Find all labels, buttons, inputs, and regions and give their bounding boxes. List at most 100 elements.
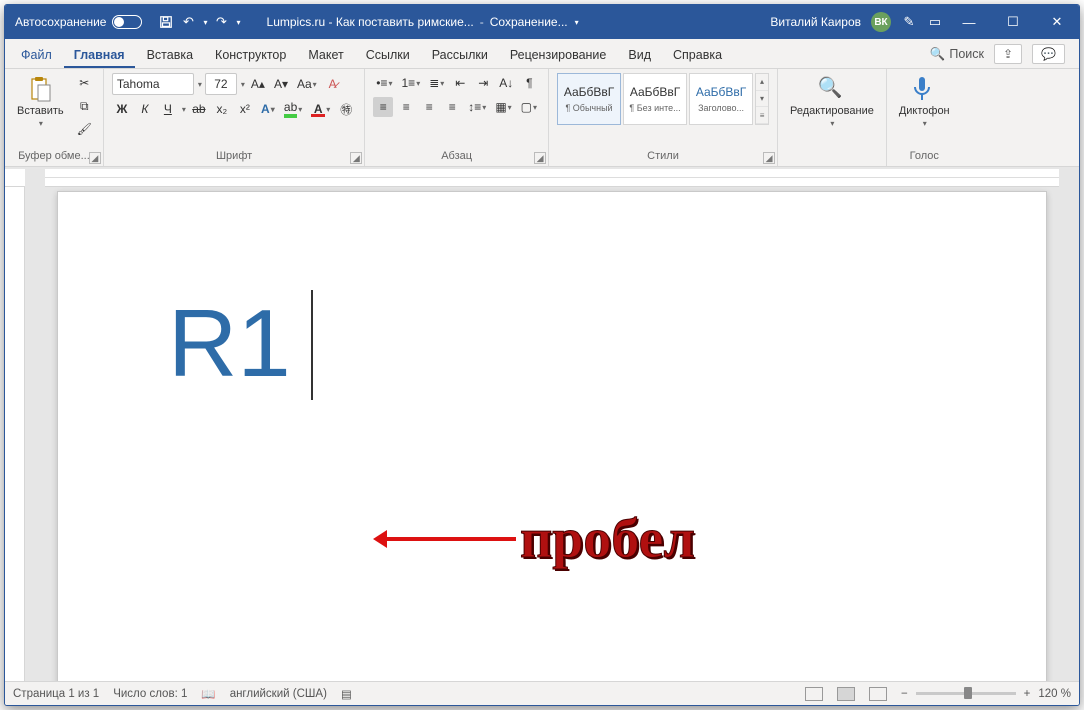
shading-button[interactable]: ▦▾ [492, 97, 514, 117]
font-color-button[interactable]: A▾ [308, 99, 333, 119]
spell-check-icon[interactable]: 📖 [201, 687, 215, 701]
bold-button[interactable]: Ж [112, 99, 132, 119]
save-icon[interactable] [158, 14, 174, 30]
font-name-dd[interactable]: ▾ [198, 80, 202, 89]
underline-button[interactable]: Ч [158, 99, 178, 119]
view-web-button[interactable] [869, 687, 887, 701]
tab-file[interactable]: Файл [11, 43, 62, 68]
dictate-dropdown-icon: ▾ [923, 119, 927, 128]
macro-icon[interactable]: ▤ [341, 687, 352, 701]
align-left-button[interactable]: ≡ [373, 97, 393, 117]
ribbon-mode-icon[interactable]: ▭ [927, 14, 943, 30]
word-count[interactable]: Число слов: 1 [113, 688, 187, 700]
zoom-slider[interactable] [916, 692, 1016, 695]
clipboard-launcher[interactable]: ◢ [89, 152, 101, 164]
document-text[interactable]: R1 [168, 290, 291, 397]
format-painter-button[interactable]: 🖌 [74, 119, 95, 139]
avatar[interactable]: ВК [871, 12, 891, 32]
change-case-button[interactable]: Aa▾ [294, 74, 320, 94]
page-indicator[interactable]: Страница 1 из 1 [13, 688, 99, 700]
text-effects-button[interactable]: A▾ [258, 99, 278, 119]
style-normal[interactable]: АаБбВвГ ¶ Обычный [557, 73, 621, 125]
share-button[interactable]: ⇪ [994, 44, 1022, 64]
style-gallery-scroll[interactable]: ▴▾≡ [755, 73, 769, 125]
borders-button[interactable]: ▢▾ [518, 97, 540, 117]
undo-icon[interactable]: ↶ [180, 14, 196, 30]
line-spacing-button[interactable]: ↕≡▾ [465, 97, 489, 117]
align-center-button[interactable]: ≡ [396, 97, 416, 117]
grow-font-button[interactable]: A▴ [248, 74, 268, 94]
arrow-icon [376, 537, 516, 541]
dictate-button[interactable]: Диктофон ▾ [895, 73, 954, 130]
view-print-button[interactable] [837, 687, 855, 701]
font-name-input[interactable]: Tahoma [112, 73, 194, 95]
copy-button[interactable]: ⧉ [74, 96, 95, 116]
tab-review[interactable]: Рецензирование [500, 43, 617, 68]
pen-icon[interactable]: ✎ [901, 14, 917, 30]
cut-button[interactable]: ✂ [74, 73, 95, 93]
zoom-in-button[interactable]: + [1024, 688, 1031, 700]
superscript-button[interactable]: x² [235, 99, 255, 119]
redo-icon[interactable]: ↷ [214, 14, 230, 30]
editing-button[interactable]: 🔍 Редактирование ▾ [786, 73, 878, 130]
horizontal-ruler[interactable] [45, 169, 1059, 187]
qat-more-icon[interactable]: ▾ [237, 18, 241, 27]
editing-label: Редактирование [790, 105, 874, 117]
comments-button[interactable]: 💬 [1032, 44, 1065, 64]
underline-dd[interactable]: ▾ [182, 105, 186, 114]
subscript-button[interactable]: x₂ [212, 99, 232, 119]
increase-indent-button[interactable]: ⇥ [473, 73, 493, 93]
decrease-indent-button[interactable]: ⇤ [450, 73, 470, 93]
tab-view[interactable]: Вид [618, 43, 661, 68]
close-button[interactable]: ✕ [1035, 5, 1079, 39]
autosave-toggle[interactable] [112, 15, 142, 29]
italic-button[interactable]: К [135, 99, 155, 119]
font-size-dd[interactable]: ▾ [241, 80, 245, 89]
font-launcher[interactable]: ◢ [350, 152, 362, 164]
tab-insert[interactable]: Вставка [137, 43, 203, 68]
highlight-button[interactable]: ab▾ [281, 99, 305, 119]
search-icon: 🔍 [930, 47, 946, 62]
annotation-text: пробел [520, 507, 695, 571]
language-indicator[interactable]: английский (США) [230, 688, 327, 700]
tab-layout[interactable]: Макет [298, 43, 353, 68]
tab-references[interactable]: Ссылки [356, 43, 420, 68]
style-nospacing[interactable]: АаБбВвГ ¶ Без инте... [623, 73, 687, 125]
enclose-button[interactable]: ㊕ [336, 99, 356, 119]
sort-button[interactable]: A↓ [496, 73, 516, 93]
tab-help[interactable]: Справка [663, 43, 732, 68]
shrink-font-button[interactable]: A▾ [271, 74, 291, 94]
tab-mailings[interactable]: Рассылки [422, 43, 498, 68]
align-right-button[interactable]: ≡ [419, 97, 439, 117]
view-read-button[interactable] [805, 687, 823, 701]
vertical-ruler[interactable] [5, 187, 25, 681]
group-clipboard: Вставить ▾ ✂ ⧉ 🖌 Буфер обме... ◢ [5, 69, 104, 166]
font-size-input[interactable]: 72 [205, 73, 237, 95]
zoom-out-button[interactable]: − [901, 688, 908, 700]
tab-home[interactable]: Главная [64, 43, 135, 68]
editing-dropdown-icon: ▾ [830, 119, 834, 128]
style-heading1[interactable]: АаБбВвГ Заголово... [689, 73, 753, 125]
multilevel-button[interactable]: ≣▾ [426, 73, 447, 93]
bullets-button[interactable]: •≡▾ [373, 73, 395, 93]
minimize-button[interactable]: — [947, 5, 991, 39]
numbering-button[interactable]: 1≡▾ [399, 73, 424, 93]
search-box[interactable]: 🔍 Поиск [930, 47, 984, 62]
paste-button[interactable]: Вставить ▾ [13, 73, 68, 130]
maximize-button[interactable]: ☐ [991, 5, 1035, 39]
tab-design[interactable]: Конструктор [205, 43, 296, 68]
strike-button[interactable]: ab [189, 99, 209, 119]
show-marks-button[interactable]: ¶ [519, 73, 539, 93]
ribbon-tabs: Файл Главная Вставка Конструктор Макет С… [5, 39, 1079, 69]
dictate-label: Диктофон [899, 105, 950, 117]
justify-button[interactable]: ≡ [442, 97, 462, 117]
styles-group-label: Стили [557, 148, 769, 164]
document-page[interactable]: R1 пробел [57, 191, 1047, 681]
title-dropdown-icon[interactable]: ▾ [575, 18, 579, 27]
editing-group-label [786, 148, 878, 164]
paragraph-launcher[interactable]: ◢ [534, 152, 546, 164]
styles-launcher[interactable]: ◢ [763, 152, 775, 164]
document-scroll[interactable]: R1 пробел [25, 187, 1079, 681]
zoom-level[interactable]: 120 % [1038, 688, 1071, 700]
clear-formatting-button[interactable]: A̷ [323, 74, 343, 94]
